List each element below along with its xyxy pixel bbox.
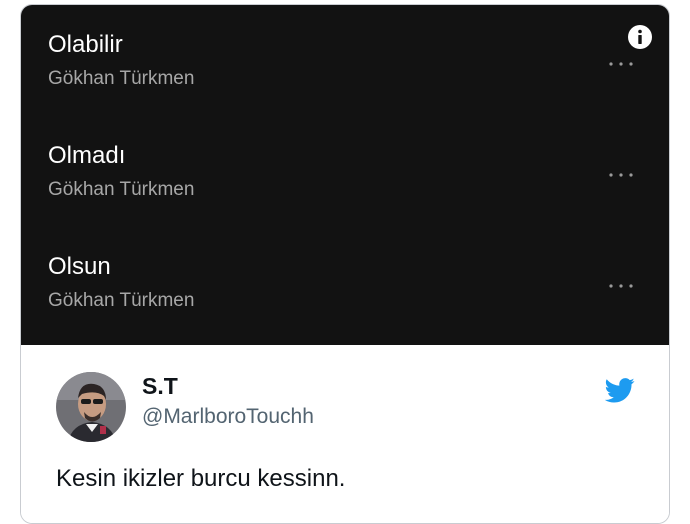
embed-card: Olabilir Gökhan Türkmen Olmadı Gökhan Tü…	[20, 4, 670, 524]
more-options-icon[interactable]	[605, 57, 637, 71]
avatar[interactable]	[56, 372, 126, 442]
track-title: Olabilir	[48, 31, 123, 58]
music-player-embed: Olabilir Gökhan Türkmen Olmadı Gökhan Tü…	[21, 5, 669, 345]
tweet-text: Kesin ikizler burcu kessinn.	[56, 465, 346, 492]
track-artist: Gökhan Türkmen	[48, 290, 195, 311]
tweet-card: S.T @MarlboroTouchh Kesin ikizler burcu …	[21, 345, 669, 523]
twitter-bird-icon[interactable]	[604, 378, 635, 403]
track-artist: Gökhan Türkmen	[48, 179, 195, 200]
track-title: Olmadı	[48, 142, 126, 169]
display-name[interactable]: S.T	[142, 373, 178, 400]
track-row[interactable]: Olabilir Gökhan Türkmen	[48, 31, 648, 111]
more-options-icon[interactable]	[605, 279, 637, 293]
track-row[interactable]: Olsun Gökhan Türkmen	[48, 253, 648, 333]
track-row[interactable]: Olmadı Gökhan Türkmen	[48, 142, 648, 222]
more-options-icon[interactable]	[605, 168, 637, 182]
track-title: Olsun	[48, 253, 111, 280]
track-artist: Gökhan Türkmen	[48, 68, 195, 89]
user-handle[interactable]: @MarlboroTouchh	[142, 405, 314, 429]
